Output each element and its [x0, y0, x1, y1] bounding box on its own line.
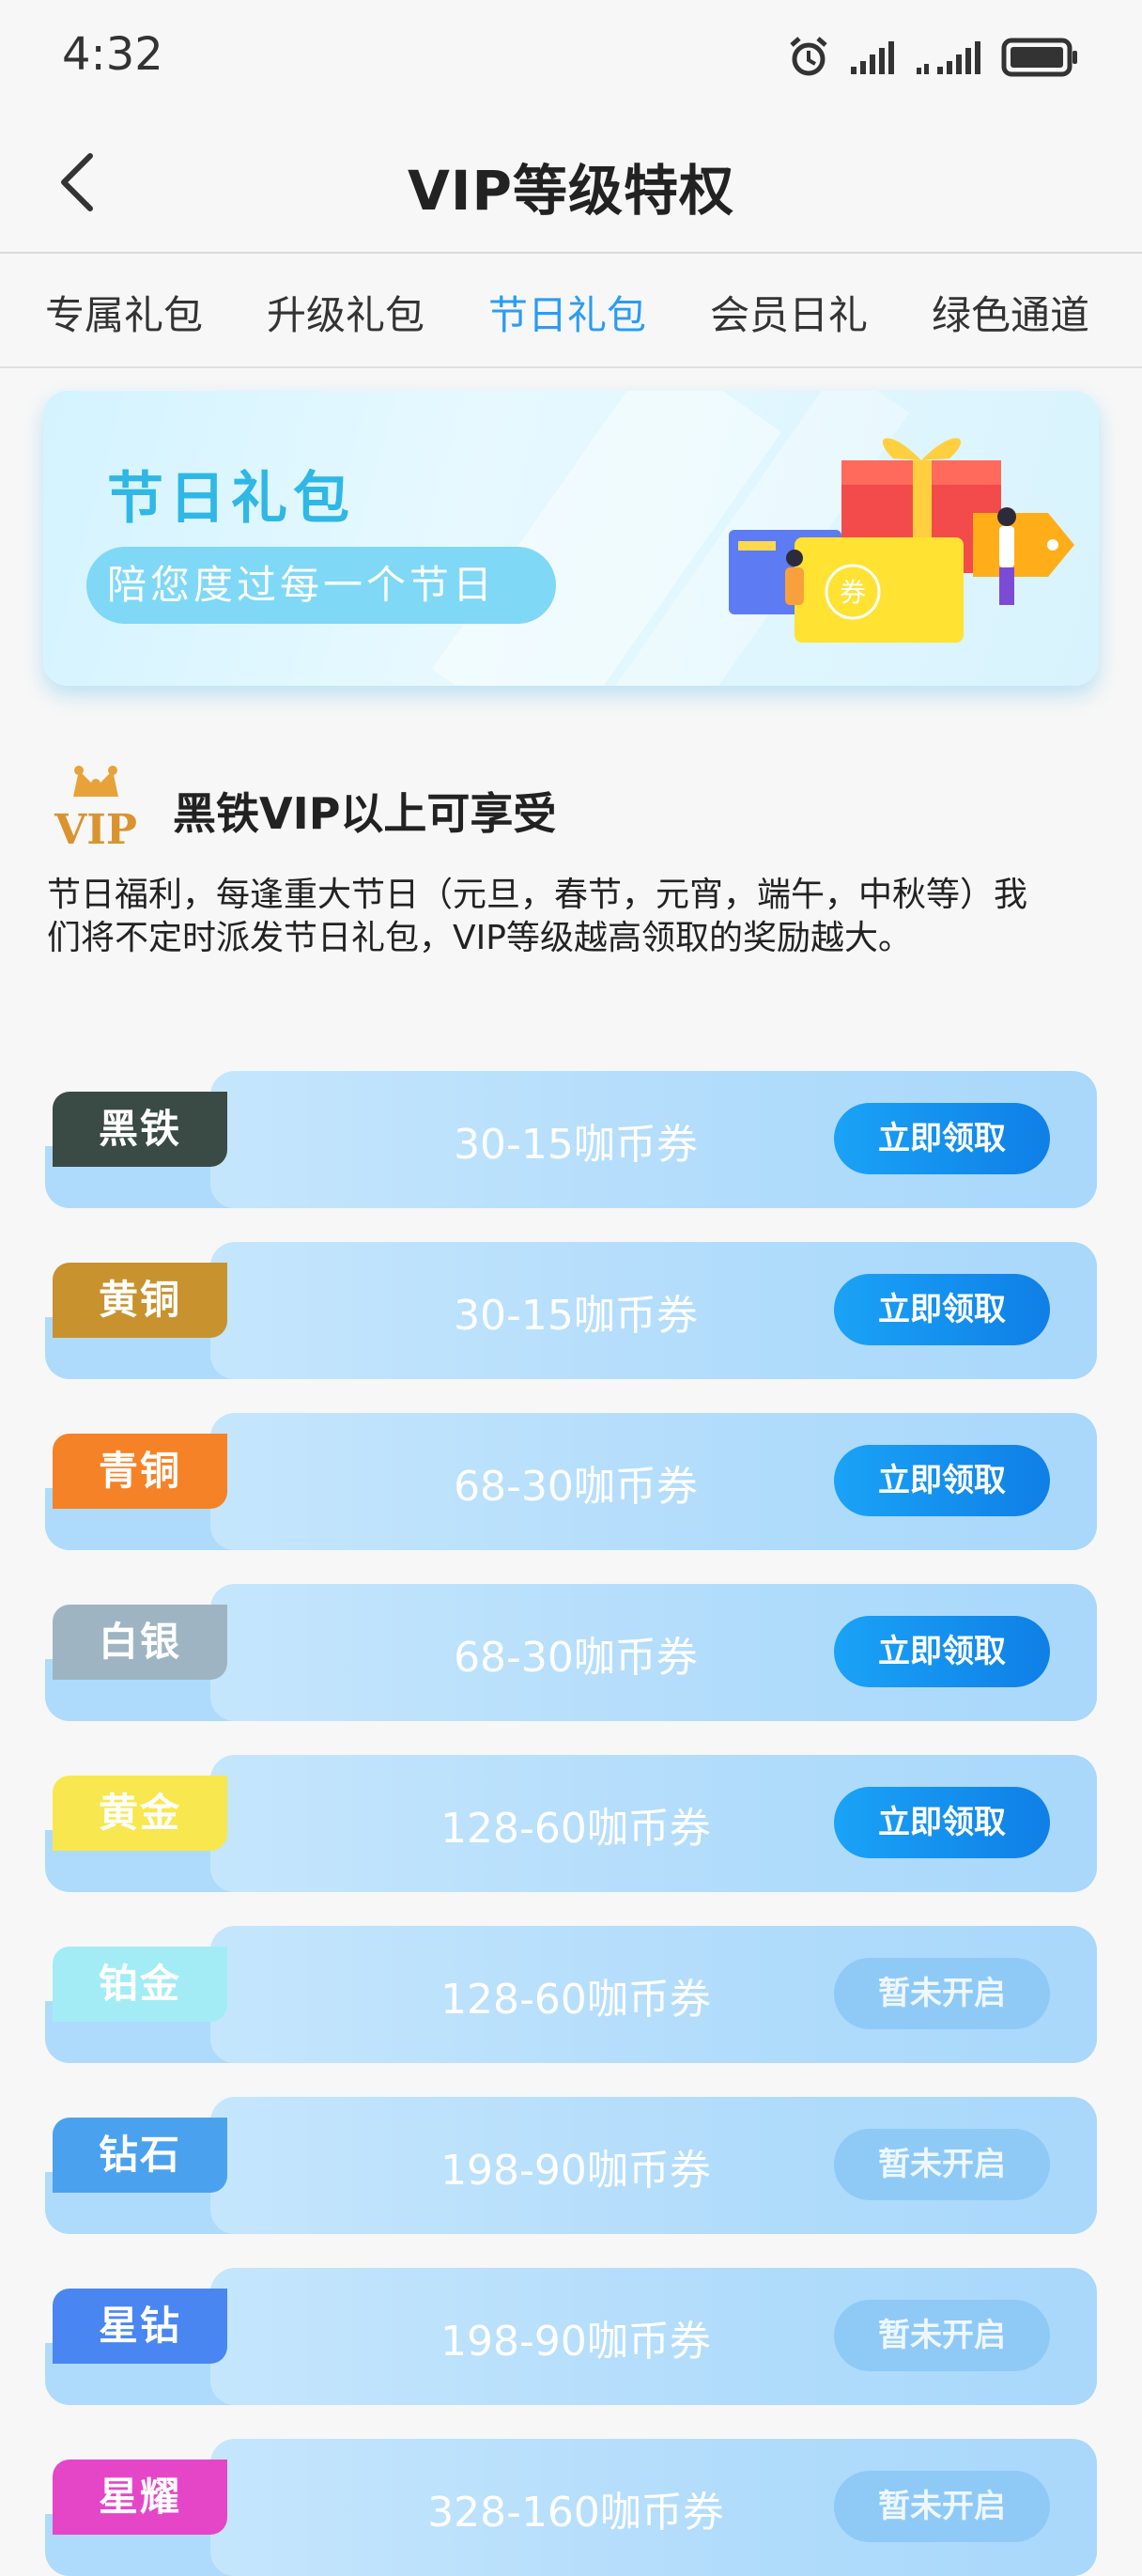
level-row: 黄铜 30-15咖币券 立即领取 — [45, 1242, 1097, 1379]
coupon-text: 30-15咖币券 — [454, 1292, 698, 1340]
coupon-text: 328-160咖币券 — [427, 2489, 724, 2537]
tab-bar: 专属礼包 升级礼包 节日礼包 会员日礼 绿色通道 — [0, 254, 1142, 368]
status-time: 4:32 — [62, 28, 163, 81]
tab-exclusive-gift[interactable]: 专属礼包 — [45, 284, 203, 341]
level-tag: 黄金 — [53, 1776, 227, 1851]
claim-button[interactable]: 立即领取 — [834, 1787, 1050, 1858]
level-tag: 钻石 — [53, 2118, 227, 2193]
not-open-button[interactable]: 暂未开启 — [834, 1958, 1050, 2029]
vip-crown-icon: VIP — [54, 766, 137, 849]
banner-title: 节日礼包 — [107, 466, 355, 532]
banner-subtitle: 陪您度过每一个节日 — [86, 547, 556, 624]
tab-green-channel[interactable]: 绿色通道 — [932, 284, 1089, 341]
claim-button[interactable]: 立即领取 — [834, 1274, 1050, 1345]
status-bar: 4:32 — [0, 0, 1142, 113]
level-row: 白银 68-30咖币券 立即领取 — [45, 1584, 1097, 1721]
coupon-text: 68-30咖币券 — [454, 1463, 698, 1511]
not-open-button[interactable]: 暂未开启 — [834, 2300, 1050, 2371]
page-title: VIP等级特权 — [408, 159, 734, 223]
battery-icon — [1001, 38, 1077, 77]
claim-button[interactable]: 立即领取 — [834, 1616, 1050, 1687]
vip-section: VIP 黑铁VIP以上可享受 节日福利，每逢重大节日（元旦，春节，元宵，端午，中… — [47, 763, 1108, 1007]
claim-button[interactable]: 立即领取 — [834, 1445, 1050, 1516]
holiday-banner: 节日礼包 陪您度过每一个节日 券 — [43, 391, 1099, 686]
level-row: 青铜 68-30咖币券 立即领取 — [45, 1413, 1097, 1550]
coupon-text: 198-90咖币券 — [440, 2318, 711, 2366]
alarm-icon — [790, 37, 827, 76]
tab-upgrade-gift[interactable]: 升级礼包 — [267, 284, 424, 341]
status-icons — [787, 34, 1080, 81]
tab-member-day[interactable]: 会员日礼 — [710, 284, 868, 341]
tab-holiday-gift[interactable]: 节日礼包 — [488, 284, 646, 341]
app-header: VIP等级特权 — [0, 113, 1142, 254]
level-tag: 星钻 — [53, 2289, 227, 2364]
not-open-button[interactable]: 暂未开启 — [834, 2471, 1050, 2542]
level-row: 钻石 198-90咖币券 暂未开启 — [45, 2097, 1097, 2234]
not-open-button[interactable]: 暂未开启 — [834, 2129, 1050, 2200]
level-row: 铂金 128-60咖币券 暂未开启 — [45, 1926, 1097, 2063]
signal-icon — [851, 41, 894, 74]
level-tag: 黑铁 — [53, 1092, 227, 1167]
level-tag: 白银 — [53, 1605, 227, 1680]
coupon-text: 128-60咖币券 — [440, 1805, 711, 1853]
level-row: 黑铁 30-15咖币券 立即领取 — [45, 1071, 1097, 1208]
claim-button[interactable]: 立即领取 — [834, 1103, 1050, 1174]
vip-logo-text: VIP — [54, 806, 137, 849]
level-tag: 星耀 — [53, 2460, 227, 2535]
vip-description: 节日福利，每逢重大节日（元旦，春节，元宵，端午，中秋等）我们将不定时派发节日礼包… — [47, 876, 1028, 957]
coupon-text: 68-30咖币券 — [454, 1634, 698, 1682]
level-tag: 黄铜 — [53, 1263, 227, 1338]
level-tag: 铂金 — [53, 1947, 227, 2022]
coupon-label: 券 — [840, 577, 866, 608]
level-row: 黄金 128-60咖币券 立即领取 — [45, 1755, 1097, 1892]
vip-heading: 黑铁VIP以上可享受 — [173, 788, 557, 839]
coupon-text: 30-15咖币券 — [454, 1121, 698, 1169]
level-row: 星钻 198-90咖币券 暂未开启 — [45, 2268, 1097, 2405]
coupon-text: 198-90咖币券 — [440, 2147, 711, 2195]
coupon-text: 128-60咖币券 — [440, 1976, 711, 2024]
level-tag: 青铜 — [53, 1434, 227, 1509]
level-row: 星耀 328-160咖币券 暂未开启 — [45, 2439, 1097, 2576]
signal-icon-2 — [917, 41, 980, 74]
gift-illustration: 券 — [729, 438, 1074, 643]
